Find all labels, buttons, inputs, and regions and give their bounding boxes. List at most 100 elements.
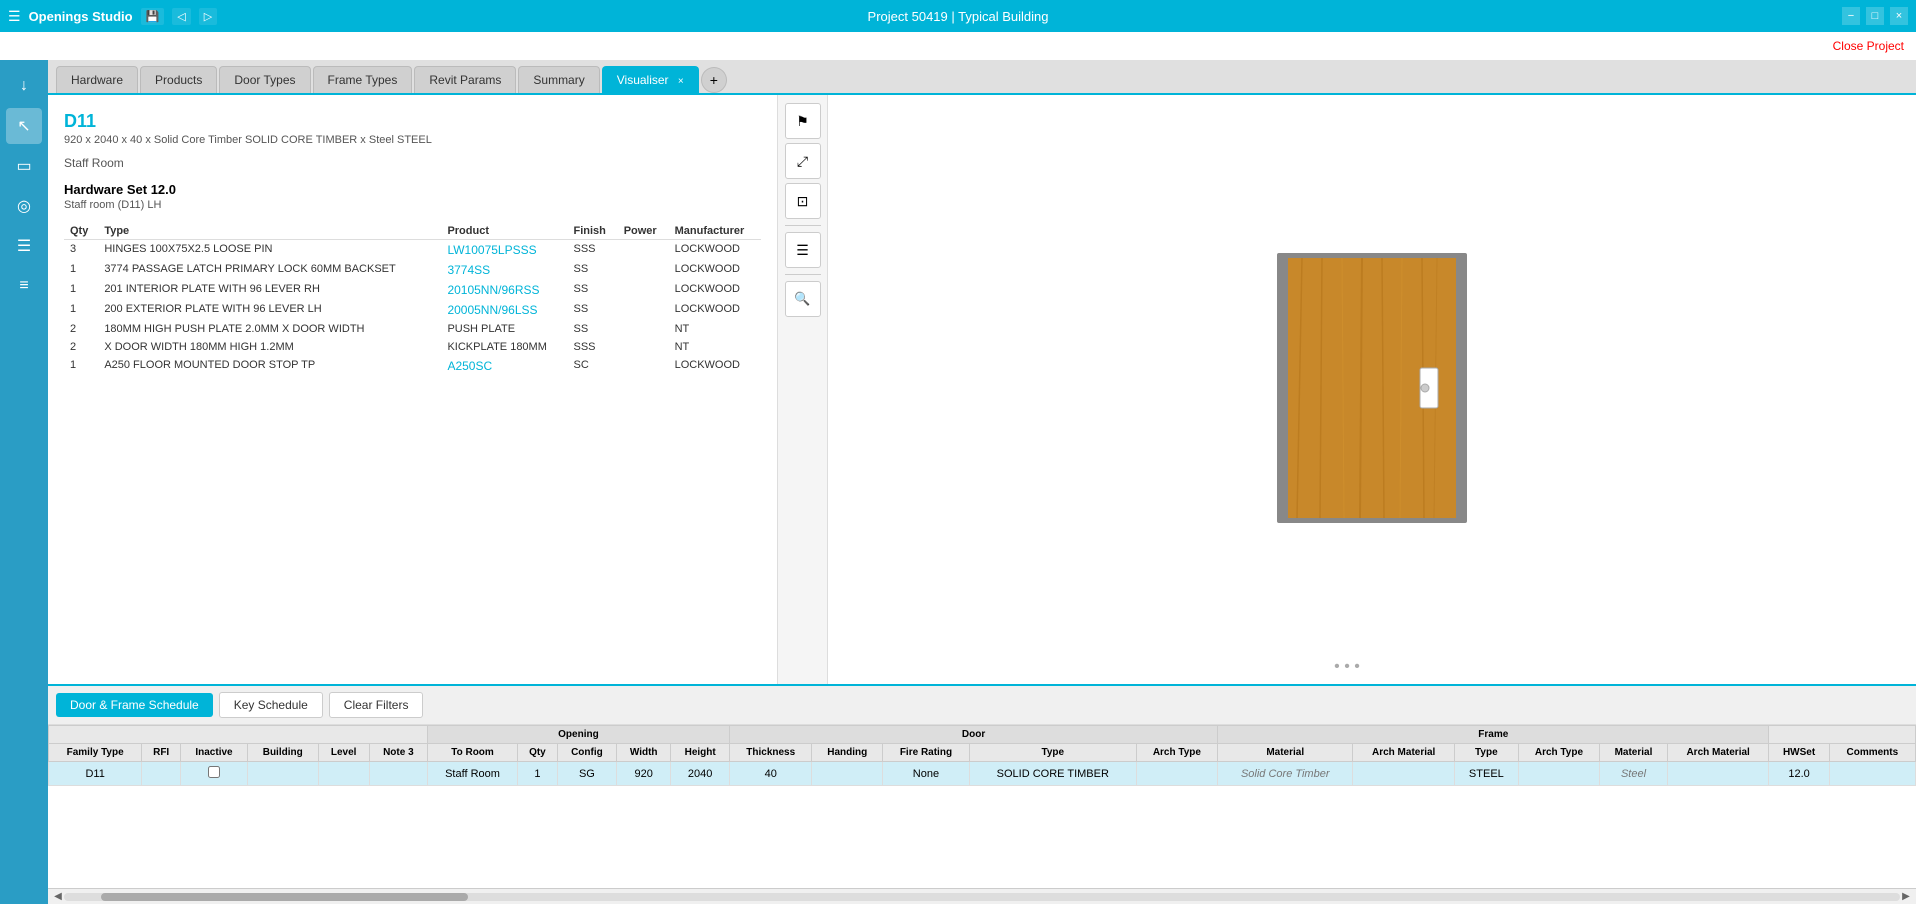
col-qty[interactable]: Qty (518, 744, 558, 762)
door-id: D11 (64, 111, 761, 132)
tab-door-types[interactable]: Door Types (219, 66, 310, 93)
cell-frame-type: STEEL (1455, 762, 1519, 786)
sidebar-icon-globe[interactable]: ◎ (6, 188, 42, 224)
cell-door-arch-type (1136, 762, 1217, 786)
col-level[interactable]: Level (318, 744, 369, 762)
hw-finish: SS (567, 300, 617, 320)
col-door-arch-material[interactable]: Arch Material (1353, 744, 1455, 762)
hw-product[interactable]: A250SC (441, 356, 567, 376)
scrollbar-track[interactable] (64, 893, 1900, 901)
table-row[interactable]: D11 Staff Room 1 SG 920 2040 40 None SOL… (49, 762, 1916, 786)
save-icon[interactable]: 💾 (141, 8, 165, 25)
col-handing[interactable]: Handing (812, 744, 883, 762)
col-thickness[interactable]: Thickness (730, 744, 812, 762)
scrollbar-thumb[interactable] (101, 893, 468, 901)
sidebar-icon-menu2[interactable]: ≡ (6, 268, 42, 304)
tab-summary[interactable]: Summary (518, 66, 599, 93)
key-schedule-tab[interactable]: Key Schedule (219, 692, 323, 718)
sidebar-icon-download[interactable]: ↓ (6, 68, 42, 104)
tab-add-button[interactable]: + (701, 67, 727, 93)
col-width[interactable]: Width (617, 744, 671, 762)
sidebar-icon-list[interactable]: ☰ (6, 228, 42, 264)
title-bar-left: ☰ Openings Studio 💾 ◁ ▷ (8, 8, 217, 25)
visualiser-toolbar: ⚑ ⤢ ⊡ ☰ 🔍 (778, 95, 828, 684)
col-family-type[interactable]: Family Type (49, 744, 142, 762)
col-rfi[interactable]: RFI (142, 744, 181, 762)
col-hwset[interactable]: HWSet (1769, 744, 1829, 762)
vis-search-button[interactable]: 🔍 (785, 281, 821, 317)
hw-product[interactable]: 3774SS (441, 260, 567, 280)
tab-close-icon[interactable]: × (678, 76, 684, 87)
col-frame-arch-type[interactable]: Arch Type (1518, 744, 1599, 762)
group-header-end (1769, 726, 1916, 744)
tab-frame-types[interactable]: Frame Types (313, 66, 413, 93)
col-frame-arch-material[interactable]: Arch Material (1667, 744, 1769, 762)
close-project-bar: Close Project (0, 32, 1916, 60)
col-height[interactable]: Height (671, 744, 730, 762)
hw-product: KICKPLATE 180MM (441, 338, 567, 356)
hardware-row: 2 180MM HIGH PUSH PLATE 2.0MM X DOOR WID… (64, 320, 761, 338)
group-header-door: Door (730, 726, 1218, 744)
cell-family-type: D11 (49, 762, 142, 786)
schedule-tabs-bar: Door & Frame Schedule Key Schedule Clear… (48, 686, 1916, 725)
schedule-table-container[interactable]: Opening Door Frame Family Type RFI Inact… (48, 725, 1916, 888)
col-manufacturer: Manufacturer (669, 223, 761, 240)
close-button[interactable]: × (1890, 7, 1908, 25)
sidebar-icon-cursor[interactable]: ↖ (6, 108, 42, 144)
col-frame-material[interactable]: Material (1600, 744, 1668, 762)
col-door-type[interactable]: Type (969, 744, 1136, 762)
vis-list-button[interactable]: ☰ (785, 232, 821, 268)
hamburger-icon[interactable]: ☰ (8, 8, 21, 25)
cell-note3 (369, 762, 427, 786)
hw-power (618, 280, 669, 300)
col-building[interactable]: Building (247, 744, 318, 762)
hw-qty: 1 (64, 300, 98, 320)
col-inactive[interactable]: Inactive (181, 744, 248, 762)
col-comments[interactable]: Comments (1829, 744, 1915, 762)
clear-filters-button[interactable]: Clear Filters (329, 692, 424, 718)
hardware-row: 1 201 INTERIOR PLATE WITH 96 LEVER RH 20… (64, 280, 761, 300)
col-fire-rating[interactable]: Fire Rating (883, 744, 970, 762)
tab-visualiser[interactable]: Visualiser × (602, 66, 699, 93)
vis-flag-button[interactable]: ⚑ (785, 103, 821, 139)
maximize-button[interactable]: □ (1866, 7, 1884, 25)
tab-products[interactable]: Products (140, 66, 217, 93)
cell-door-material: Solid Core Timber (1218, 762, 1353, 786)
hw-power (618, 260, 669, 280)
door-frame-schedule-tab[interactable]: Door & Frame Schedule (56, 693, 213, 717)
inactive-checkbox[interactable] (208, 766, 220, 778)
hw-type: X DOOR WIDTH 180MM HIGH 1.2MM (98, 338, 441, 356)
hw-type: 180MM HIGH PUSH PLATE 2.0MM X DOOR WIDTH (98, 320, 441, 338)
door-visualization (1272, 248, 1472, 528)
col-note3[interactable]: Note 3 (369, 744, 427, 762)
hw-product[interactable]: 20105NN/96RSS (441, 280, 567, 300)
vis-enter-button[interactable]: ⊡ (785, 183, 821, 219)
col-door-material[interactable]: Material (1218, 744, 1353, 762)
col-config[interactable]: Config (557, 744, 616, 762)
col-power: Power (618, 223, 669, 240)
close-project-link[interactable]: Close Project (1833, 39, 1904, 53)
hw-manufacturer: NT (669, 338, 761, 356)
hw-product[interactable]: 20005NN/96LSS (441, 300, 567, 320)
cell-thickness: 40 (730, 762, 812, 786)
tab-hardware[interactable]: Hardware (56, 66, 138, 93)
app-logo: Openings Studio (29, 9, 133, 24)
col-frame-type[interactable]: Type (1455, 744, 1519, 762)
col-to-room[interactable]: To Room (427, 744, 517, 762)
project-title: Project 50419 | Typical Building (868, 9, 1049, 24)
hw-qty: 2 (64, 320, 98, 338)
undo-icon[interactable]: ◁ (172, 8, 190, 25)
hw-finish: SSS (567, 240, 617, 261)
scroll-right-icon[interactable]: ▶ (1900, 891, 1912, 903)
redo-icon[interactable]: ▷ (199, 8, 217, 25)
hw-product[interactable]: LW10075LPSSS (441, 240, 567, 261)
hardware-set-subtitle: Staff room (D11) LH (64, 199, 761, 211)
minimize-button[interactable]: − (1842, 7, 1860, 25)
tab-revit-params[interactable]: Revit Params (414, 66, 516, 93)
hardware-row: 3 HINGES 100X75X2.5 LOOSE PIN LW10075LPS… (64, 240, 761, 261)
scroll-left-icon[interactable]: ◀ (52, 891, 64, 903)
vis-zoom-button[interactable]: ⤢ (785, 143, 821, 179)
col-door-arch-type[interactable]: Arch Type (1136, 744, 1217, 762)
hw-power (618, 300, 669, 320)
sidebar-icon-document[interactable]: ▭ (6, 148, 42, 184)
